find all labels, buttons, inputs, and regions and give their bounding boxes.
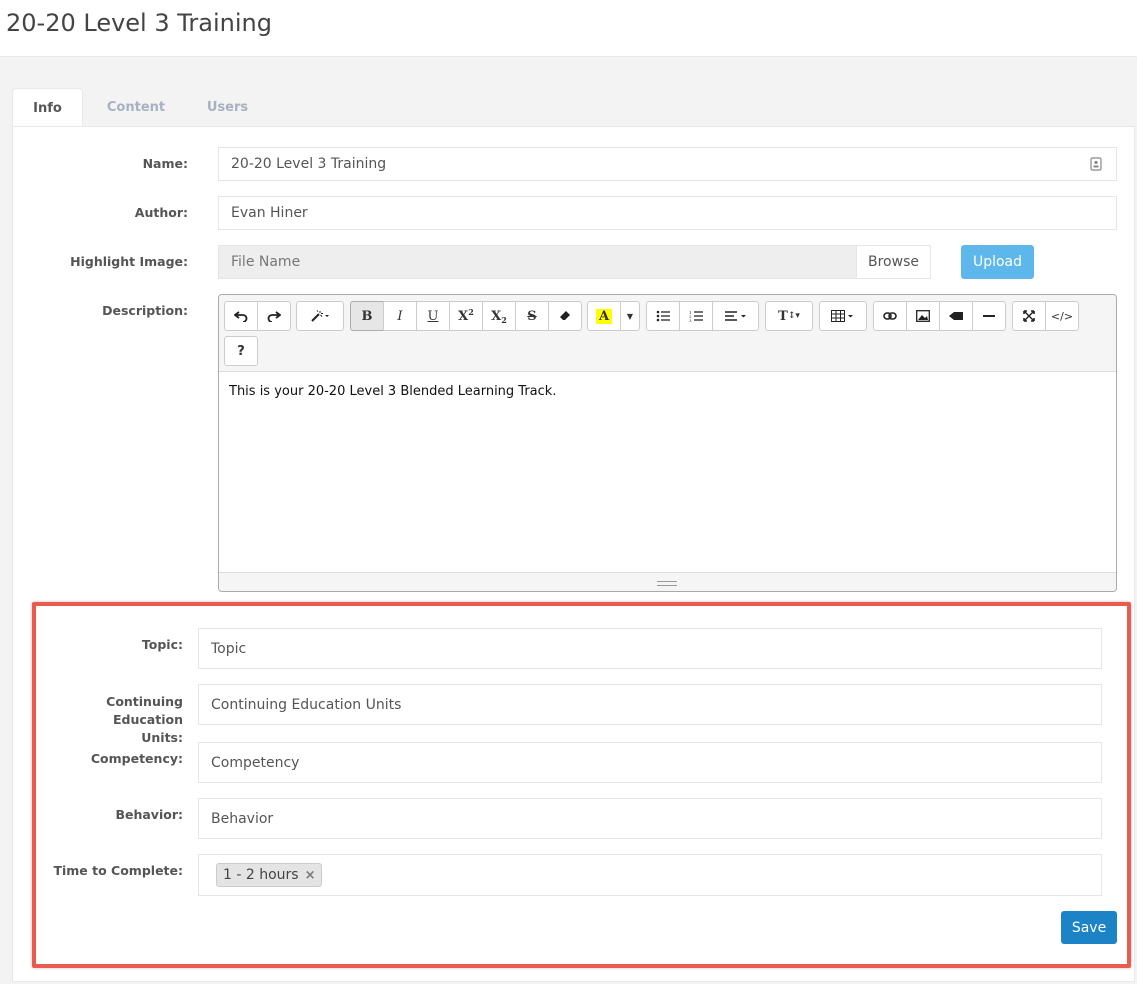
competency-placeholder: Competency [211, 754, 300, 771]
time-tag-label: 1 - 2 hours [223, 867, 299, 883]
time-to-complete-label: Time to Complete: [53, 863, 183, 878]
fullscreen-button[interactable] [1012, 301, 1046, 331]
link-icon [883, 311, 897, 321]
subscript-label: X [491, 308, 502, 324]
table-dropdown[interactable] [819, 301, 867, 331]
remove-tag-icon[interactable]: × [305, 868, 316, 883]
font-size-icon: ↕▾ [787, 311, 800, 321]
save-button[interactable]: Save [1061, 911, 1117, 944]
behavior-input[interactable]: Behavior [198, 798, 1102, 839]
editor-content[interactable]: This is your 20-20 Level 3 Blended Learn… [229, 384, 556, 399]
page-header: 20-20 Level 3 Training [0, 0, 1137, 57]
superscript-button[interactable]: X2 [449, 301, 483, 331]
image-button[interactable] [906, 301, 940, 331]
align-left-icon [724, 310, 747, 322]
topic-placeholder: Topic [211, 640, 247, 657]
tab-content[interactable]: Content [92, 88, 180, 127]
paragraph-align-dropdown[interactable] [712, 301, 759, 331]
competency-label: Competency: [90, 751, 183, 766]
style-dropdown[interactable] [296, 301, 344, 331]
bullet-list-icon [656, 310, 670, 322]
tab-info[interactable]: Info [12, 88, 83, 127]
redo-button[interactable] [257, 301, 291, 331]
undo-icon [234, 310, 248, 322]
horizontal-rule-button[interactable] [972, 301, 1006, 331]
contact-card-icon[interactable] [1090, 157, 1102, 171]
strikethrough-button[interactable]: S [515, 301, 549, 331]
help-button[interactable]: ? [224, 336, 258, 366]
description-editor: B I U X2 X2 S A ▼ 123 T ↕▾ </> ? This is… [218, 294, 1117, 592]
image-icon [916, 310, 930, 322]
file-name-input[interactable]: File Name [218, 245, 858, 279]
behavior-placeholder: Behavior [211, 810, 274, 827]
behavior-label: Behavior: [115, 807, 183, 822]
ceu-label-line2: Units: [141, 730, 183, 745]
editor-resize-bar[interactable] [219, 572, 1116, 591]
font-size-dropdown[interactable]: T ↕▾ [765, 301, 813, 331]
minus-icon [983, 314, 995, 318]
video-icon [949, 311, 963, 321]
topic-input[interactable]: Topic [198, 628, 1102, 669]
table-icon [831, 310, 855, 322]
editor-toolbar: B I U X2 X2 S A ▼ 123 T ↕▾ </> ? [219, 295, 1116, 372]
undo-button[interactable] [224, 301, 258, 331]
highlight-image-label: Highlight Image: [70, 254, 188, 269]
upload-button[interactable]: Upload [961, 245, 1034, 279]
link-button[interactable] [873, 301, 907, 331]
author-input[interactable]: Evan Hiner [218, 196, 1117, 230]
expand-icon [1023, 310, 1035, 322]
underline-button[interactable]: U [416, 301, 450, 331]
tab-bar: Info Content Users [12, 88, 1135, 127]
eraser-icon [559, 310, 571, 322]
text-color-dropdown[interactable]: ▼ [620, 301, 640, 331]
competency-input[interactable]: Competency [198, 742, 1102, 783]
description-label: Description: [102, 303, 188, 318]
author-value: Evan Hiner [231, 205, 308, 221]
browse-button[interactable]: Browse [856, 245, 931, 279]
tab-users[interactable]: Users [190, 88, 265, 127]
caret-down-icon: ▼ [626, 311, 634, 321]
resize-grip-icon[interactable] [657, 581, 677, 586]
font-size-label: T [778, 308, 788, 324]
ceu-label-line1: Continuing Education [106, 694, 183, 727]
numbered-list-icon: 123 [689, 310, 703, 322]
topic-label: Topic: [141, 637, 183, 652]
unordered-list-button[interactable] [646, 301, 680, 331]
name-input[interactable]: 20-20 Level 3 Training [218, 147, 1117, 181]
bold-button[interactable]: B [350, 301, 384, 331]
clear-format-button[interactable] [548, 301, 582, 331]
name-value: 20-20 Level 3 Training [231, 156, 387, 172]
video-button[interactable] [939, 301, 973, 331]
subscript-mark-icon: 2 [501, 315, 507, 325]
page-title: 20-20 Level 3 Training [6, 9, 272, 37]
subscript-button[interactable]: X2 [482, 301, 516, 331]
ceu-label: Continuing Education Units: [40, 693, 183, 747]
redo-icon [267, 310, 281, 322]
magic-wand-icon [310, 310, 330, 322]
superscript-label: X [458, 308, 469, 324]
ceu-placeholder: Continuing Education Units [211, 696, 402, 713]
italic-button[interactable]: I [383, 301, 417, 331]
author-label: Author: [134, 205, 188, 220]
ceu-input[interactable]: Continuing Education Units [198, 684, 1102, 725]
superscript-mark-icon: 2 [468, 307, 474, 317]
text-color-button[interactable]: A [587, 301, 621, 331]
code-view-button[interactable]: </> [1045, 301, 1079, 331]
highlight-label: A [595, 308, 613, 324]
ordered-list-button[interactable]: 123 [679, 301, 713, 331]
file-name-placeholder: File Name [231, 254, 301, 270]
time-tag: 1 - 2 hours × [216, 863, 323, 887]
name-label: Name: [142, 156, 188, 171]
time-to-complete-select[interactable] [198, 854, 1102, 896]
svg-text:3: 3 [689, 318, 692, 322]
